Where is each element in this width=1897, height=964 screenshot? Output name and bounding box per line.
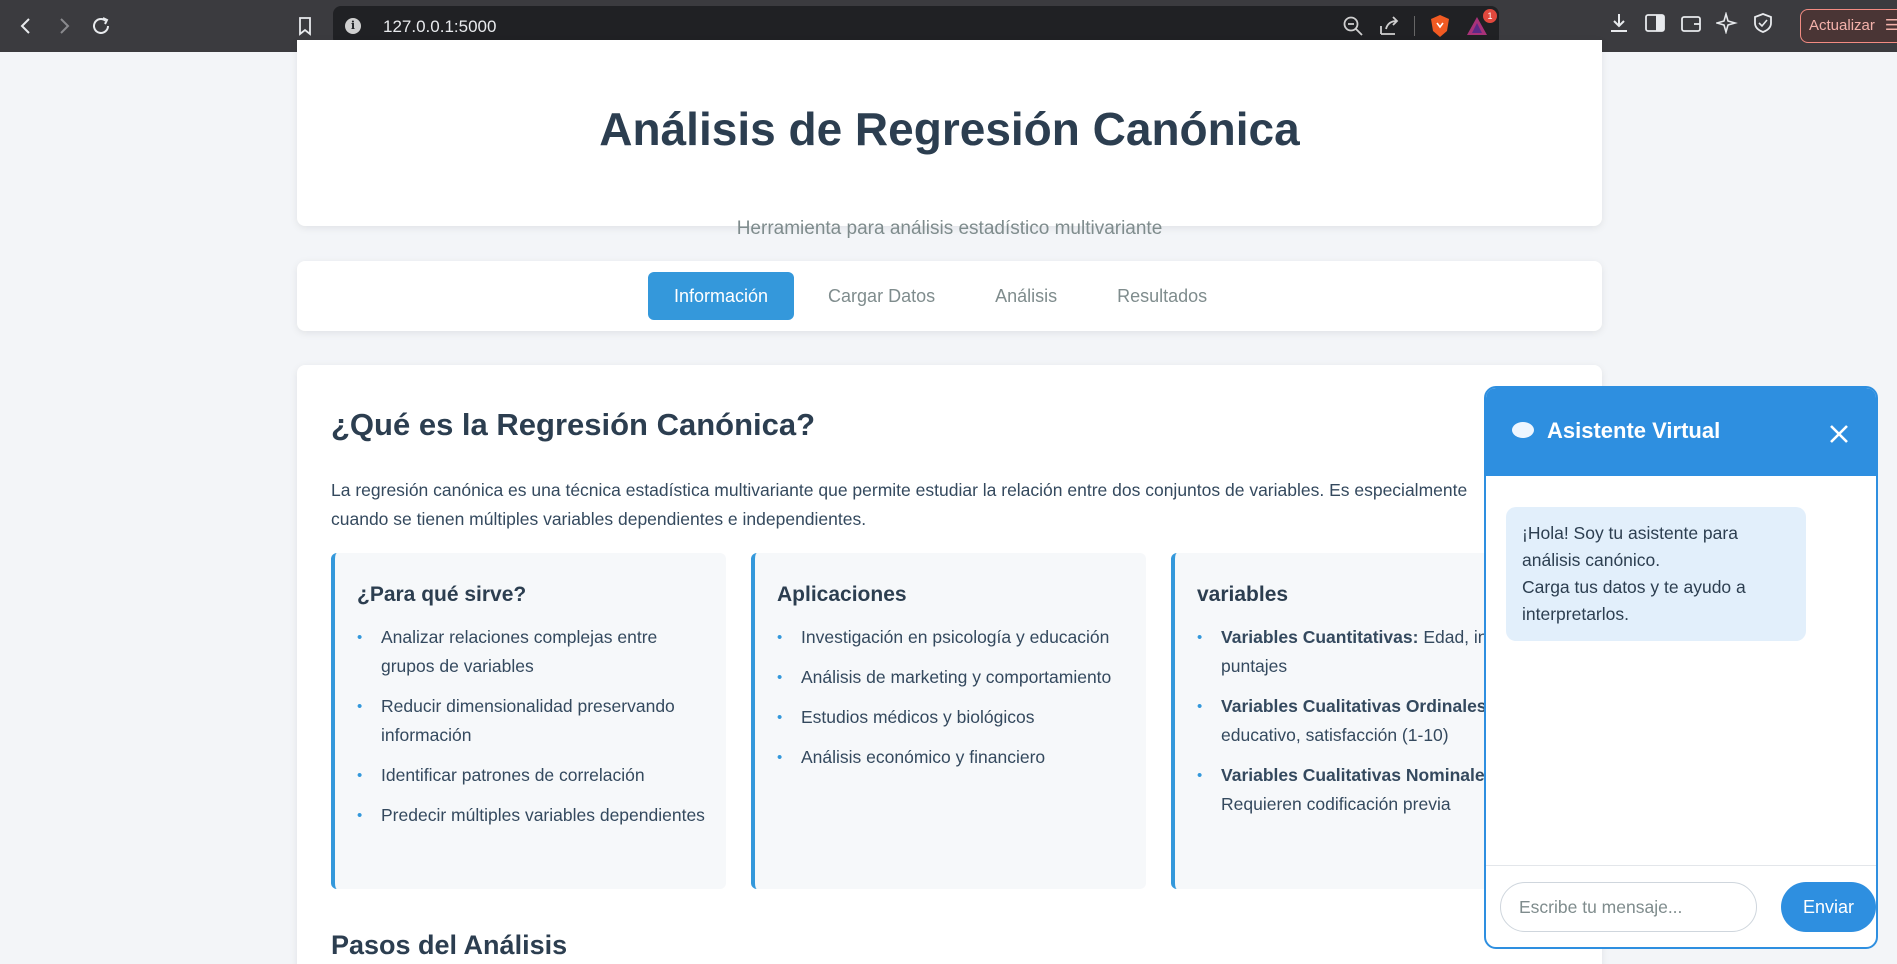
download-icon[interactable] bbox=[1608, 12, 1630, 34]
intro-paragraph: La regresión canónica es una técnica est… bbox=[331, 476, 1581, 534]
tab-informacion[interactable]: Información bbox=[648, 272, 795, 320]
notification-badge: 1 bbox=[1483, 9, 1497, 23]
page-title: Análisis de Regresión Canónica bbox=[599, 103, 1300, 155]
tabs-card: Información Cargar Datos Análisis Result… bbox=[297, 261, 1602, 331]
menu-icon: ☰ bbox=[1885, 17, 1897, 34]
applications-list: Investigación en psicología y educación … bbox=[777, 623, 1128, 783]
tab-resultados[interactable]: Resultados bbox=[1091, 272, 1233, 320]
vpn-shield-icon[interactable] bbox=[1752, 12, 1774, 34]
chevron-left-icon bbox=[20, 18, 30, 34]
chat-widget: Asistente Virtual ¡Hola! Soy tu asistent… bbox=[1484, 386, 1878, 949]
url-text: 127.0.0.1:5000 bbox=[383, 17, 497, 36]
tab-bar: Información Cargar Datos Análisis Result… bbox=[648, 272, 1233, 320]
page-subtitle: Herramienta para análisis estadístico mu… bbox=[736, 218, 1163, 239]
chat-input-area: Enviar bbox=[1486, 865, 1876, 947]
item-term: Variables Cuantitativas: bbox=[1221, 627, 1419, 647]
zoom-icon[interactable] bbox=[1342, 15, 1364, 37]
list-item: Reducir dimensionalidad preservando info… bbox=[357, 692, 708, 750]
info-box-title: Aplicaciones bbox=[777, 583, 907, 606]
chevron-right-icon bbox=[60, 18, 70, 34]
close-icon bbox=[1830, 425, 1848, 443]
divider bbox=[1414, 16, 1415, 36]
bot-message: ¡Hola! Soy tu asistente para análisis ca… bbox=[1506, 507, 1806, 641]
list-item: Investigación en psicología y educación bbox=[777, 623, 1128, 652]
list-item: Estudios médicos y biológicos bbox=[777, 703, 1128, 732]
tab-cargar-datos[interactable]: Cargar Datos bbox=[802, 272, 961, 320]
info-box-applications: Aplicaciones Investigación en psicología… bbox=[751, 553, 1146, 889]
info-box-title: ¿Para qué sirve? bbox=[357, 583, 527, 606]
leo-ai-icon[interactable] bbox=[1716, 12, 1738, 34]
speech-bubble-icon bbox=[1512, 422, 1534, 438]
list-item: Análisis económico y financiero bbox=[777, 743, 1128, 772]
list-item: Identificar patrones de correlación bbox=[357, 761, 708, 790]
purpose-list: Analizar relaciones complejas entre grup… bbox=[357, 623, 708, 841]
info-box-purpose: ¿Para qué sirve? Analizar relaciones com… bbox=[331, 553, 726, 889]
chat-title: Asistente Virtual bbox=[1547, 418, 1721, 443]
bot-message-line: ¡Hola! Soy tu asistente para análisis ca… bbox=[1522, 523, 1738, 570]
forward-button[interactable] bbox=[50, 12, 78, 40]
item-term: Variables Cualitativas Ordinales bbox=[1221, 696, 1487, 716]
reload-button[interactable] bbox=[87, 12, 115, 40]
list-item: Predecir múltiples variables dependiente… bbox=[357, 801, 708, 830]
share-icon[interactable] bbox=[1378, 15, 1400, 37]
tab-analisis[interactable]: Análisis bbox=[969, 272, 1083, 320]
chat-close-button[interactable] bbox=[1826, 421, 1852, 447]
intro-line-2: cuando se tienen múltiples variables dep… bbox=[331, 509, 867, 529]
back-button[interactable] bbox=[12, 12, 40, 40]
item-term: Variables Cualitativas Nominale bbox=[1221, 765, 1485, 785]
reload-icon bbox=[93, 17, 109, 34]
list-item: Análisis de marketing y comportamiento bbox=[777, 663, 1128, 692]
bot-message-line: Carga tus datos y te ayudo a interpretar… bbox=[1522, 577, 1746, 624]
brave-shield-icon[interactable] bbox=[1429, 14, 1451, 38]
item-description: Requieren codificación previa bbox=[1221, 794, 1451, 814]
chat-message-input[interactable] bbox=[1500, 882, 1757, 932]
sidebar-icon[interactable] bbox=[1644, 12, 1666, 34]
wallet-icon[interactable] bbox=[1680, 12, 1702, 34]
section-title: ¿Qué es la Regresión Canónica? bbox=[331, 407, 816, 442]
content-card: ¿Qué es la Regresión Canónica? La regres… bbox=[297, 365, 1602, 964]
send-button[interactable]: Enviar bbox=[1781, 882, 1876, 932]
steps-title: Pasos del Análisis bbox=[331, 930, 568, 960]
header-card: Análisis de Regresión Canónica Herramien… bbox=[297, 40, 1602, 239]
rewards-button[interactable]: 1 bbox=[1465, 9, 1497, 37]
item-description: educativo, satisfacción (1-10) bbox=[1221, 725, 1449, 745]
info-box-title: variables bbox=[1197, 583, 1289, 606]
bookmark-button[interactable] bbox=[291, 12, 319, 40]
update-label: Actualizar bbox=[1809, 17, 1875, 34]
update-button[interactable]: Actualizar ☰ bbox=[1800, 9, 1897, 43]
site-info-icon[interactable]: i bbox=[345, 18, 361, 34]
intro-line-1: La regresión canónica es una técnica est… bbox=[331, 480, 1468, 500]
chat-header: Asistente Virtual bbox=[1486, 388, 1876, 476]
list-item: Analizar relaciones complejas entre grup… bbox=[357, 623, 708, 681]
bookmark-icon bbox=[299, 17, 311, 36]
